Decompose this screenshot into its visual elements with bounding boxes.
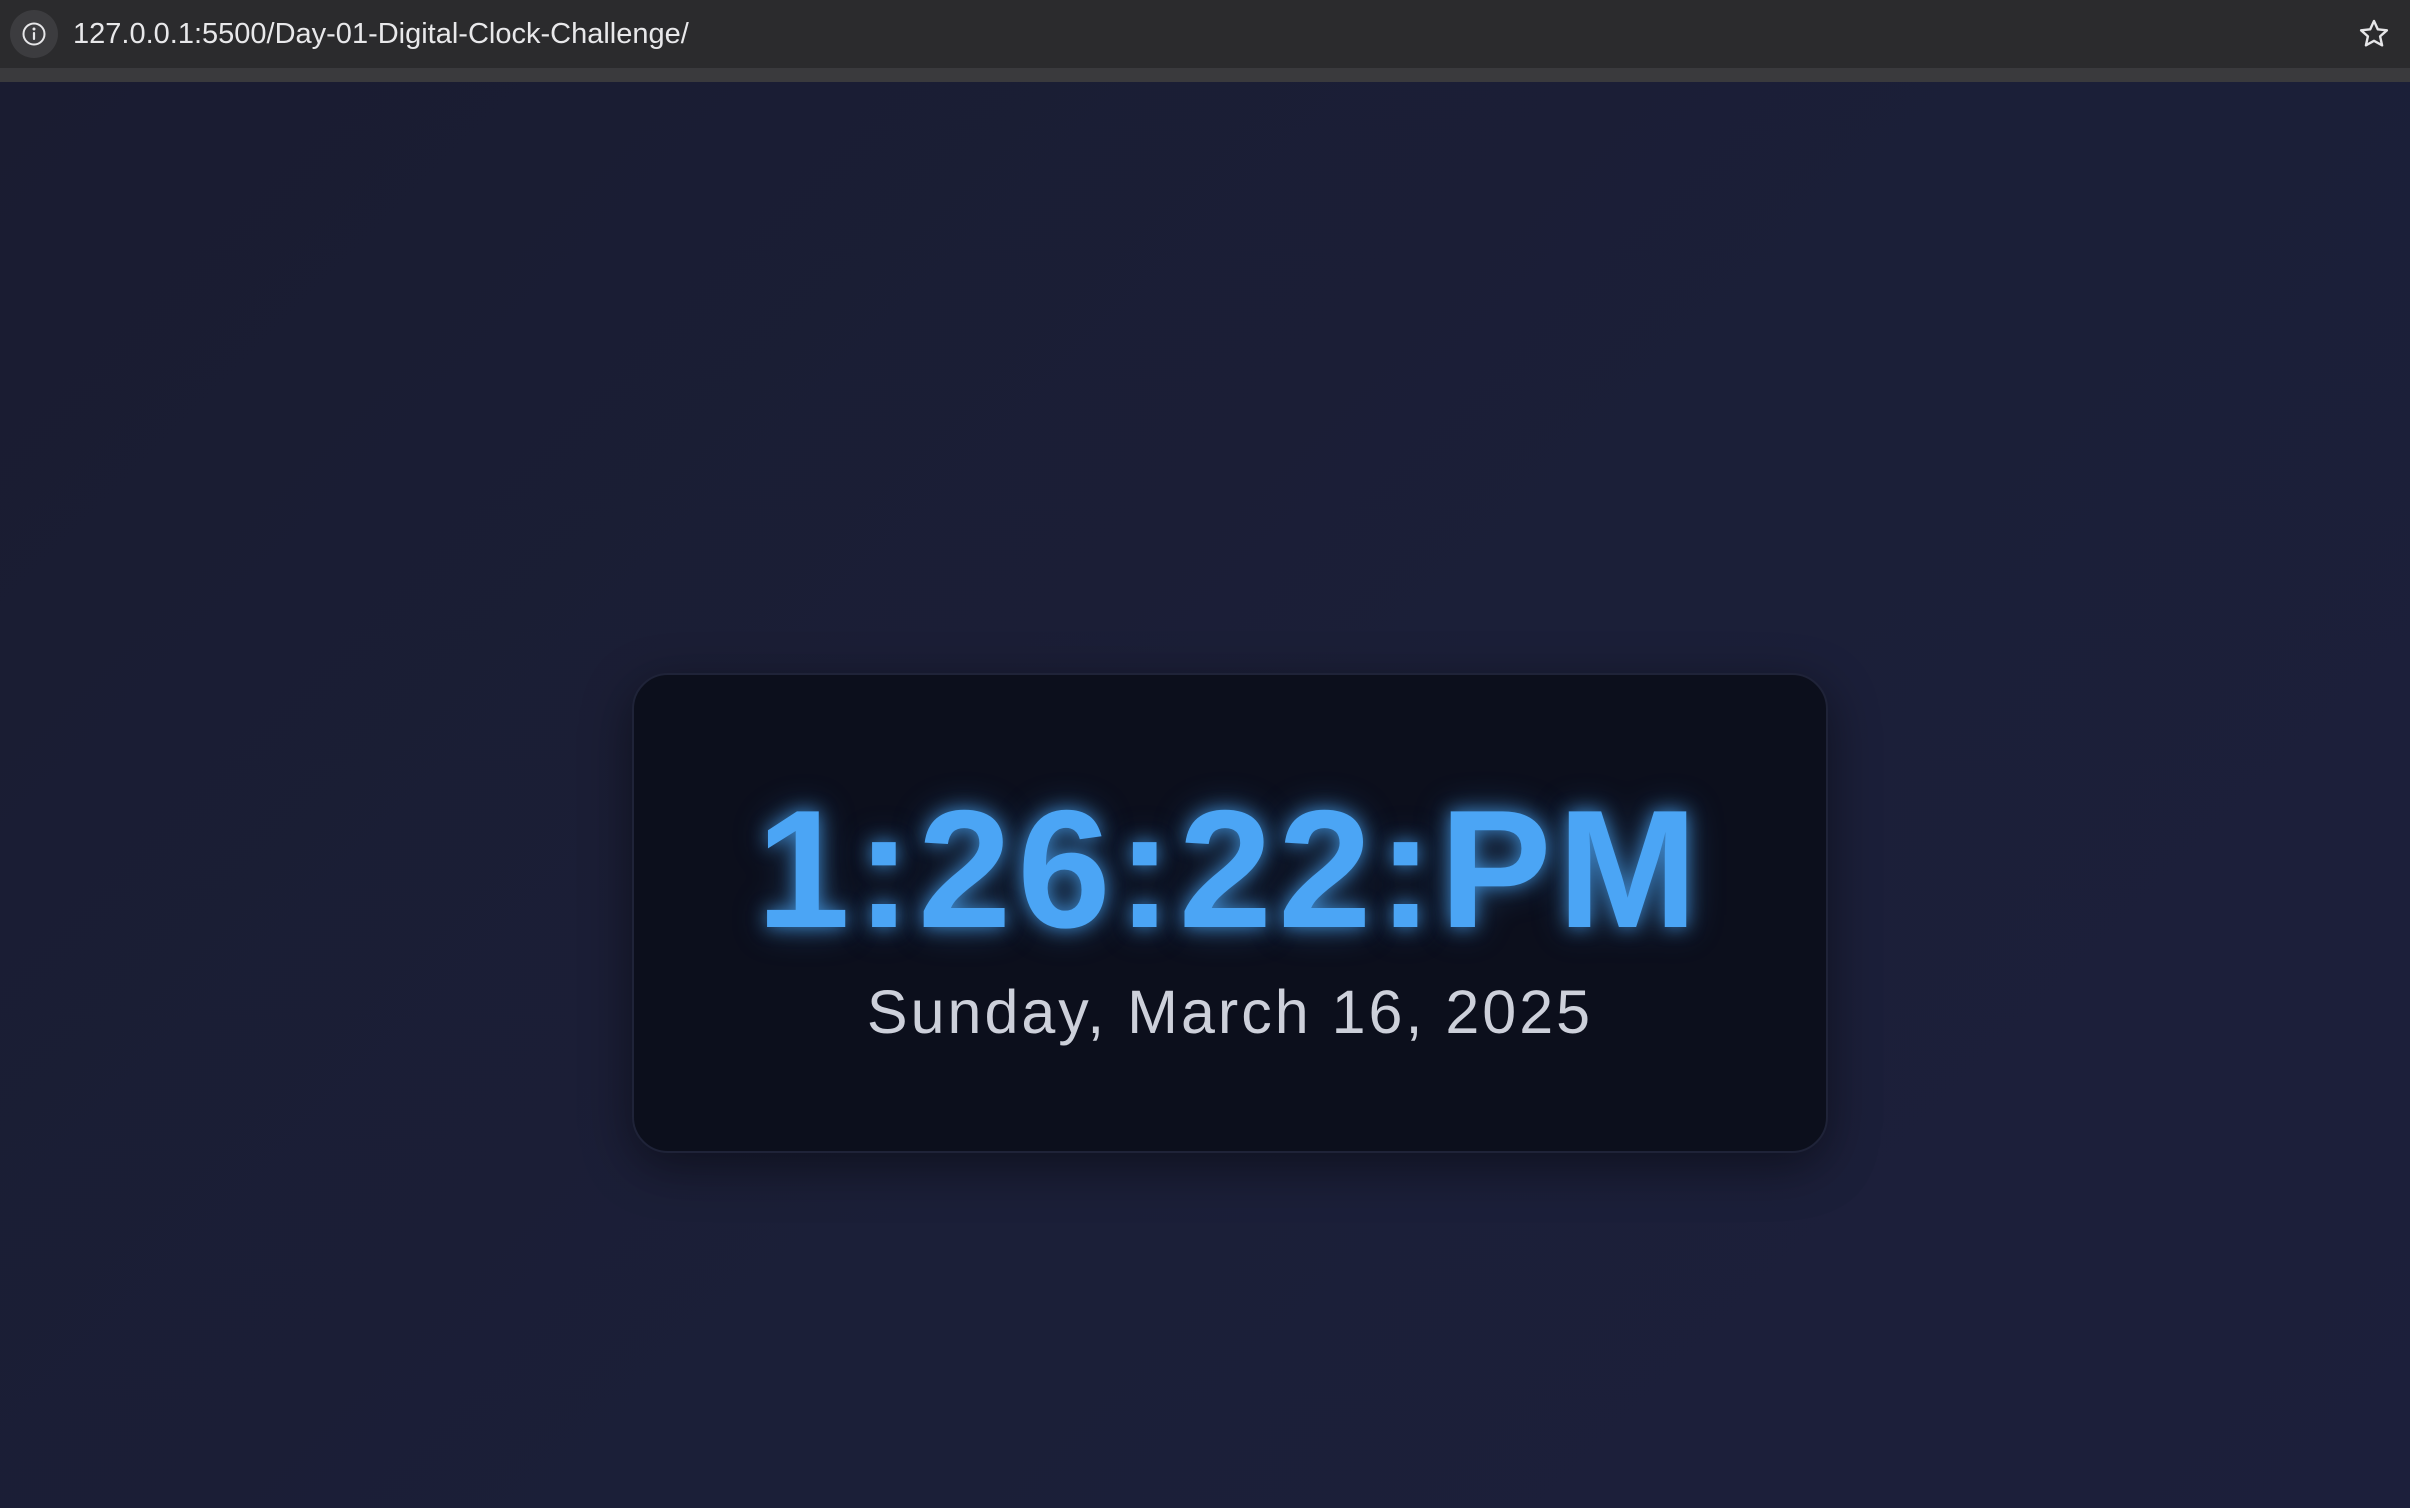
star-icon: [2359, 19, 2389, 47]
clock-date: Sunday, March 16, 2025: [866, 978, 1594, 1046]
browser-address-bar: 127.0.0.1:5500/Day-01-Digital-Clock-Chal…: [0, 0, 2410, 82]
bookmark-button[interactable]: [2356, 16, 2392, 52]
url-path: :5500/Day-01-Digital-Clock-Challenge/: [193, 18, 689, 50]
url-host: 127.0.0.1: [73, 18, 194, 50]
url-field[interactable]: 127.0.0.1:5500/Day-01-Digital-Clock-Chal…: [73, 15, 689, 53]
page-viewport: 1:26:22:PM Sunday, March 16, 2025: [0, 82, 2410, 1508]
clock-card: 1:26:22:PM Sunday, March 16, 2025: [632, 673, 1828, 1153]
info-icon: [22, 22, 46, 46]
clock-time: 1:26:22:PM: [756, 775, 1704, 963]
site-info-button[interactable]: [10, 10, 58, 58]
